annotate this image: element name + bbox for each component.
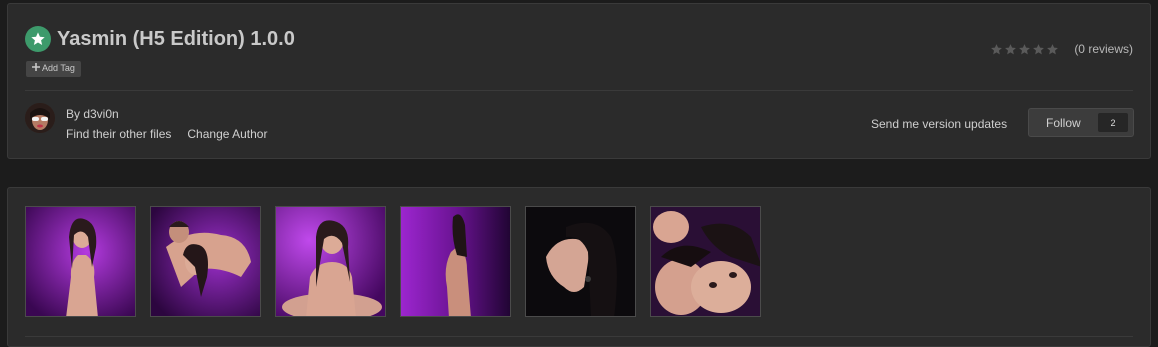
rating-stars[interactable] [990,43,1059,56]
follow-count-badge: 2 [1098,113,1128,132]
follow-label: Follow [1046,115,1081,130]
version-updates-link[interactable]: Send me version updates [871,117,1007,131]
find-other-files-link[interactable]: Find their other files [66,127,171,141]
author-name[interactable]: By d3vi0n [66,107,119,121]
thumbnail-4[interactable] [400,206,511,317]
star-outline-icon[interactable] [1004,43,1017,56]
avatar[interactable] [25,103,55,133]
star-outline-icon[interactable] [1032,43,1045,56]
gallery-card [7,187,1151,347]
thumbnail-1[interactable] [25,206,136,317]
star-outline-icon[interactable] [1046,43,1059,56]
star-outline-icon[interactable] [1018,43,1031,56]
title-row: Yasmin (H5 Edition) 1.0.0 [25,26,295,52]
thumbnail-3[interactable] [275,206,386,317]
follow-button[interactable]: Follow 2 [1028,108,1134,137]
page-title: Yasmin (H5 Edition) 1.0.0 [57,27,295,50]
thumbnail-5[interactable] [525,206,636,317]
add-tag-button[interactable]: Add Tag [26,61,81,77]
star-icon [25,26,51,52]
add-tag-label: Add Tag [42,63,75,73]
reviews-count[interactable]: (0 reviews) [1074,42,1133,56]
divider [25,90,1133,91]
thumbnail-6[interactable] [650,206,761,317]
file-header-card: Yasmin (H5 Edition) 1.0.0 Add Tag (0 rev… [7,3,1151,159]
thumbnail-2[interactable] [150,206,261,317]
plus-icon [32,63,40,74]
author-links: Find their other files Change Author [66,127,267,141]
gallery-thumbnails [25,206,761,317]
change-author-link[interactable]: Change Author [187,127,267,141]
star-outline-icon[interactable] [990,43,1003,56]
gallery-divider [25,336,1133,337]
rating: (0 reviews) [990,42,1133,56]
